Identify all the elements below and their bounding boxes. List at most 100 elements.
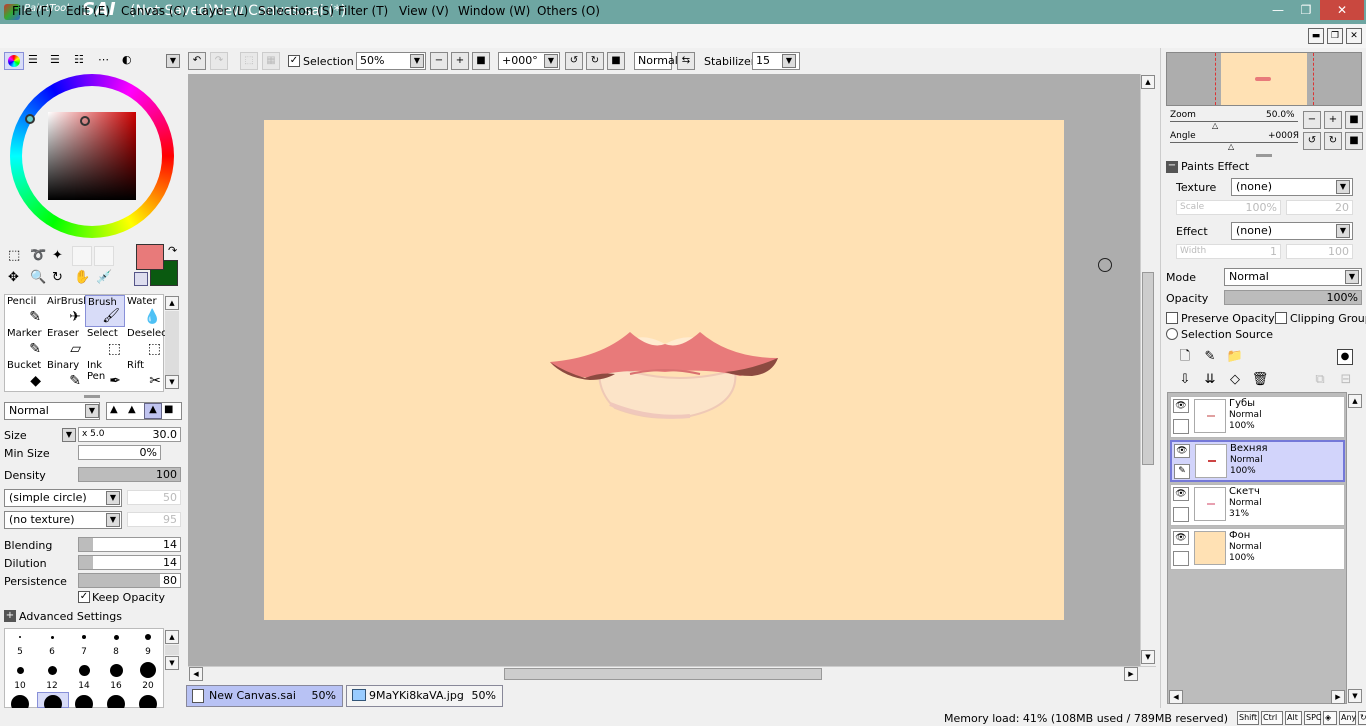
collapse-icon[interactable]: − — [1166, 161, 1178, 173]
swatches-tab[interactable]: ⋯ — [98, 53, 109, 66]
effect-strength-slider[interactable]: 100 — [1286, 244, 1353, 259]
zoom-reset-button[interactable]: ■ — [472, 52, 490, 70]
layer-mode-select[interactable]: Normal — [1224, 268, 1362, 286]
nav-rotate-left-button[interactable]: ↺ — [1303, 132, 1321, 150]
merge-down-icon[interactable]: ⇊ — [1201, 371, 1219, 389]
layers-scroll-left[interactable]: ◀ — [1169, 690, 1183, 704]
brush-preset-dot[interactable] — [16, 666, 24, 674]
brush-preset-dot[interactable] — [145, 634, 151, 640]
hand-icon[interactable]: ✋ — [74, 270, 90, 285]
edge-sharp-icon[interactable]: ■ — [164, 404, 173, 415]
panel-splitter[interactable] — [1256, 154, 1272, 157]
tool-grid-scrollbar[interactable] — [165, 311, 179, 375]
menu-selection[interactable]: Selection (S) — [258, 4, 334, 18]
apply-mask-icon[interactable]: ⧉ — [1311, 371, 1329, 389]
min-size-slider[interactable]: 0% — [78, 445, 161, 460]
layer-item[interactable]: 👁 Скетч Normal 31% — [1170, 484, 1345, 526]
nav-zoom-in-button[interactable]: + — [1324, 111, 1342, 129]
layer-lock-box[interactable] — [1173, 551, 1189, 566]
zoom-out-button[interactable]: − — [430, 52, 448, 70]
expand-icon[interactable]: + — [4, 610, 16, 622]
doc-tab-image[interactable]: 9MaYKi8kaVA.jpg 50% — [346, 685, 503, 707]
navigator-preview[interactable] — [1166, 52, 1362, 106]
layer-mask-icon[interactable]: ● — [1337, 349, 1353, 365]
doc-tab-new-canvas[interactable]: New Canvas.sai 50% — [186, 685, 343, 707]
tool-airbrush[interactable]: AirBrush ✈ — [45, 295, 85, 327]
undo-button[interactable]: ↶ — [188, 52, 206, 70]
minimize-button[interactable]: — — [1264, 0, 1292, 20]
edit-pen-icon[interactable]: ✎ — [1174, 464, 1190, 479]
brush-preset-dot[interactable] — [113, 634, 119, 640]
menu-window[interactable]: Window (W) — [458, 4, 530, 18]
selection-source-radio[interactable] — [1166, 328, 1178, 340]
presets-scrollbar[interactable] — [165, 645, 179, 655]
scroll-up-arrow[interactable]: ▲ — [1141, 75, 1155, 89]
rotate-right-button[interactable]: ↻ — [586, 52, 604, 70]
clear-layer-icon[interactable]: ◇ — [1226, 371, 1244, 389]
lasso-icon[interactable]: ➰ — [30, 248, 46, 263]
brush-texture-strength[interactable]: 95 — [127, 512, 181, 527]
rect-select-icon[interactable]: ⬚ — [8, 248, 20, 263]
tool-eraser[interactable]: Eraser ▱ — [45, 327, 85, 359]
nav-zoom-slider[interactable] — [1170, 121, 1298, 122]
effect-width-slider[interactable]: Width 1 — [1176, 244, 1281, 259]
color-wheel-tab[interactable] — [4, 52, 24, 70]
horizontal-scroll-thumb[interactable] — [504, 668, 822, 680]
hue-picker-handle[interactable] — [25, 114, 35, 124]
scroll-down-arrow[interactable]: ▼ — [1141, 650, 1155, 664]
menu-canvas[interactable]: Canvas (C) — [121, 4, 187, 18]
new-layer-icon[interactable]: 🗋 — [1176, 348, 1194, 366]
eyedropper-icon[interactable]: 💉 — [96, 270, 112, 285]
nav-zoom-out-button[interactable]: − — [1303, 111, 1321, 129]
edge-hard-icon[interactable]: ▲ — [144, 403, 162, 419]
invert-selection-button[interactable]: ▦ — [262, 52, 280, 70]
swap-colors-icon[interactable]: ↷ — [168, 244, 177, 257]
brush-texture-select[interactable]: (no texture) — [4, 511, 122, 529]
stabilizer-dropdown-arrow[interactable]: ▼ — [782, 54, 796, 68]
edge-soft-icon[interactable]: ▲ — [110, 404, 118, 415]
angle-dropdown-arrow[interactable]: ▼ — [544, 54, 558, 68]
tool-pencil[interactable]: Pencil ✎ — [5, 295, 45, 327]
brush-mode-dropdown-arrow[interactable]: ▼ — [85, 404, 99, 418]
menu-view[interactable]: View (V) — [399, 4, 449, 18]
density-slider[interactable]: 100 — [78, 467, 181, 482]
texture-dropdown-arrow[interactable]: ▼ — [1336, 180, 1350, 194]
hsv-slider-tab[interactable]: ☰ — [50, 53, 60, 66]
saturation-value-square[interactable] — [48, 112, 136, 200]
nav-angle-thumb[interactable]: △ — [1228, 142, 1234, 151]
layer-item[interactable]: 👁 Фон Normal 100% — [1170, 528, 1345, 570]
layer-lock-box[interactable] — [1173, 507, 1189, 522]
tool-marker[interactable]: Marker ✎ — [5, 327, 45, 359]
tool-water[interactable]: Water 💧 — [125, 295, 165, 327]
presets-scroll-down[interactable]: ▼ — [165, 656, 179, 670]
color-mixer-tab[interactable]: ☷ — [74, 53, 84, 66]
tool-deselect[interactable]: Deselect ⬚ — [125, 327, 165, 359]
zoom-dropdown-arrow[interactable]: ▼ — [410, 54, 424, 68]
nav-rotate-right-button[interactable]: ↻ — [1324, 132, 1342, 150]
brush-preset-dot[interactable] — [82, 635, 86, 639]
layer-mode-dropdown-arrow[interactable]: ▼ — [1345, 270, 1359, 284]
tool-brush[interactable]: Brush 🖌 — [85, 295, 125, 327]
preserve-opacity-checkbox[interactable] — [1166, 312, 1178, 324]
layers-scroll-up[interactable]: ▲ — [1348, 394, 1362, 408]
restore-button[interactable]: ❐ — [1292, 0, 1320, 20]
menu-file[interactable]: File (F) — [12, 4, 52, 18]
panel-menu-arrow[interactable]: ▼ — [166, 54, 180, 68]
panel-splitter[interactable] — [84, 395, 100, 398]
brush-preset-dot[interactable] — [47, 665, 57, 675]
menu-layer[interactable]: Layer (L) — [195, 4, 248, 18]
eye-icon[interactable]: 👁 — [1173, 487, 1189, 501]
scratchpad-tab[interactable]: ◐ — [122, 53, 132, 66]
selection-checkbox[interactable]: ✓ — [288, 55, 300, 67]
scroll-right-arrow[interactable]: ▶ — [1124, 667, 1138, 681]
new-linework-layer-icon[interactable]: ✎ — [1201, 348, 1219, 366]
deselect-button[interactable]: ⬚ — [240, 52, 258, 70]
size-unit-dropdown[interactable]: ▼ — [62, 428, 76, 442]
color-picker-handle[interactable] — [80, 116, 90, 126]
tool-bucket[interactable]: Bucket ◆ — [5, 359, 45, 391]
layer-item[interactable]: 👁 Губы Normal 100% — [1170, 396, 1345, 438]
clipping-group-checkbox[interactable] — [1275, 312, 1287, 324]
advanced-settings-label[interactable]: Advanced Settings — [19, 610, 122, 623]
zoom-in-button[interactable]: + — [451, 52, 469, 70]
rotate-left-button[interactable]: ↺ — [565, 52, 583, 70]
